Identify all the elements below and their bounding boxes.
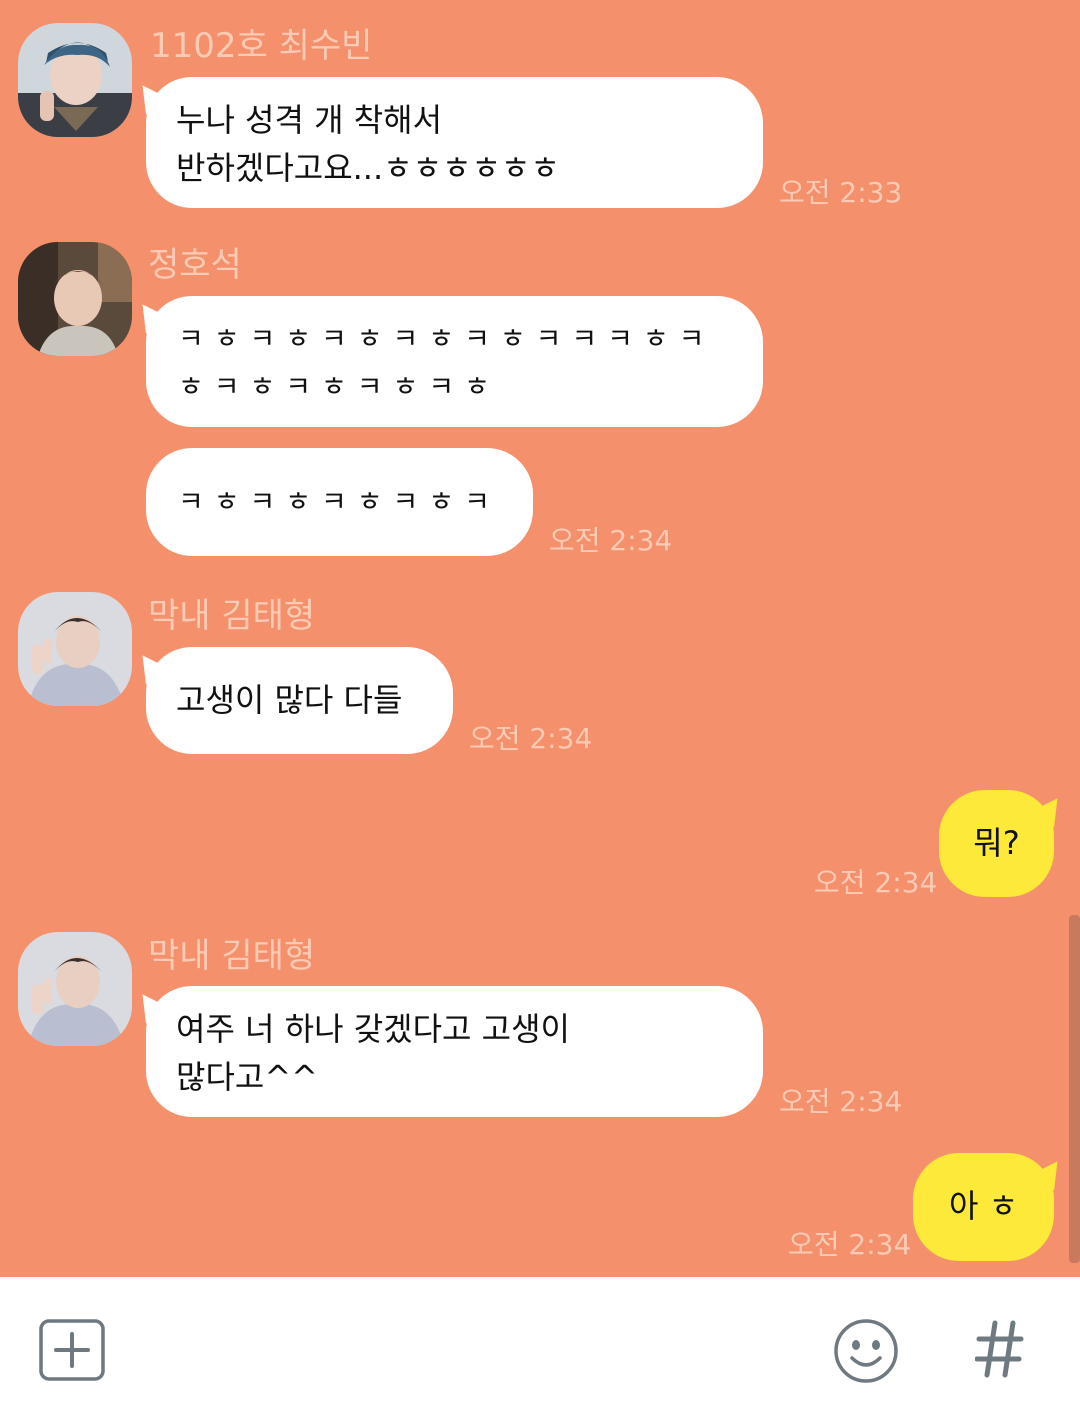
avatar[interactable] [18,23,132,137]
sender-name: 1102호 최수빈 [150,26,373,66]
avatar[interactable] [18,592,132,706]
avatar[interactable] [18,932,132,1046]
sender-name: 막내 김태형 [148,936,316,976]
message-time: 오전 2:33 [779,176,903,209]
message-bubble[interactable]: ㅋㅎㅋㅎㅋㅎㅋㅎㅋ [146,448,533,556]
hash-icon[interactable] [974,1319,1025,1383]
message-bubble[interactable]: 여주 너 하나 갖겠다고 고생이 많다고^^ [146,986,763,1117]
message-bubble[interactable]: 뭐? [939,790,1054,897]
scrollbar[interactable] [1069,915,1080,1263]
plus-square-icon[interactable] [39,1319,105,1385]
message-bubble[interactable]: 아 ㅎ [913,1153,1054,1261]
sender-name: 막내 김태형 [148,596,316,636]
message-time: 오전 2:34 [469,722,593,755]
avatar[interactable] [18,242,132,356]
message-time: 오전 2:34 [814,866,938,899]
message-bubble[interactable]: ㅋㅎㅋㅎㅋㅎㅋㅎㅋㅎㅋㅋㅋㅎㅋ ㅎㅋㅎㅋㅎㅋㅎㅋㅎ [146,296,763,427]
chat-area[interactable]: 1102호 최수빈 누나 성격 개 착해서 반하겠다고요...ㅎㅎㅎㅎㅎㅎ 오전… [0,0,1080,1277]
sender-name: 정호석 [148,245,242,285]
message-time: 오전 2:34 [779,1085,903,1118]
input-bar [0,1277,1080,1422]
smiley-icon[interactable] [833,1318,899,1388]
message-bubble[interactable]: 누나 성격 개 착해서 반하겠다고요...ㅎㅎㅎㅎㅎㅎ [146,77,763,208]
message-time: 오전 2:34 [788,1228,912,1261]
message-time: 오전 2:34 [549,524,673,557]
message-bubble[interactable]: 고생이 많다 다들 [146,647,453,754]
